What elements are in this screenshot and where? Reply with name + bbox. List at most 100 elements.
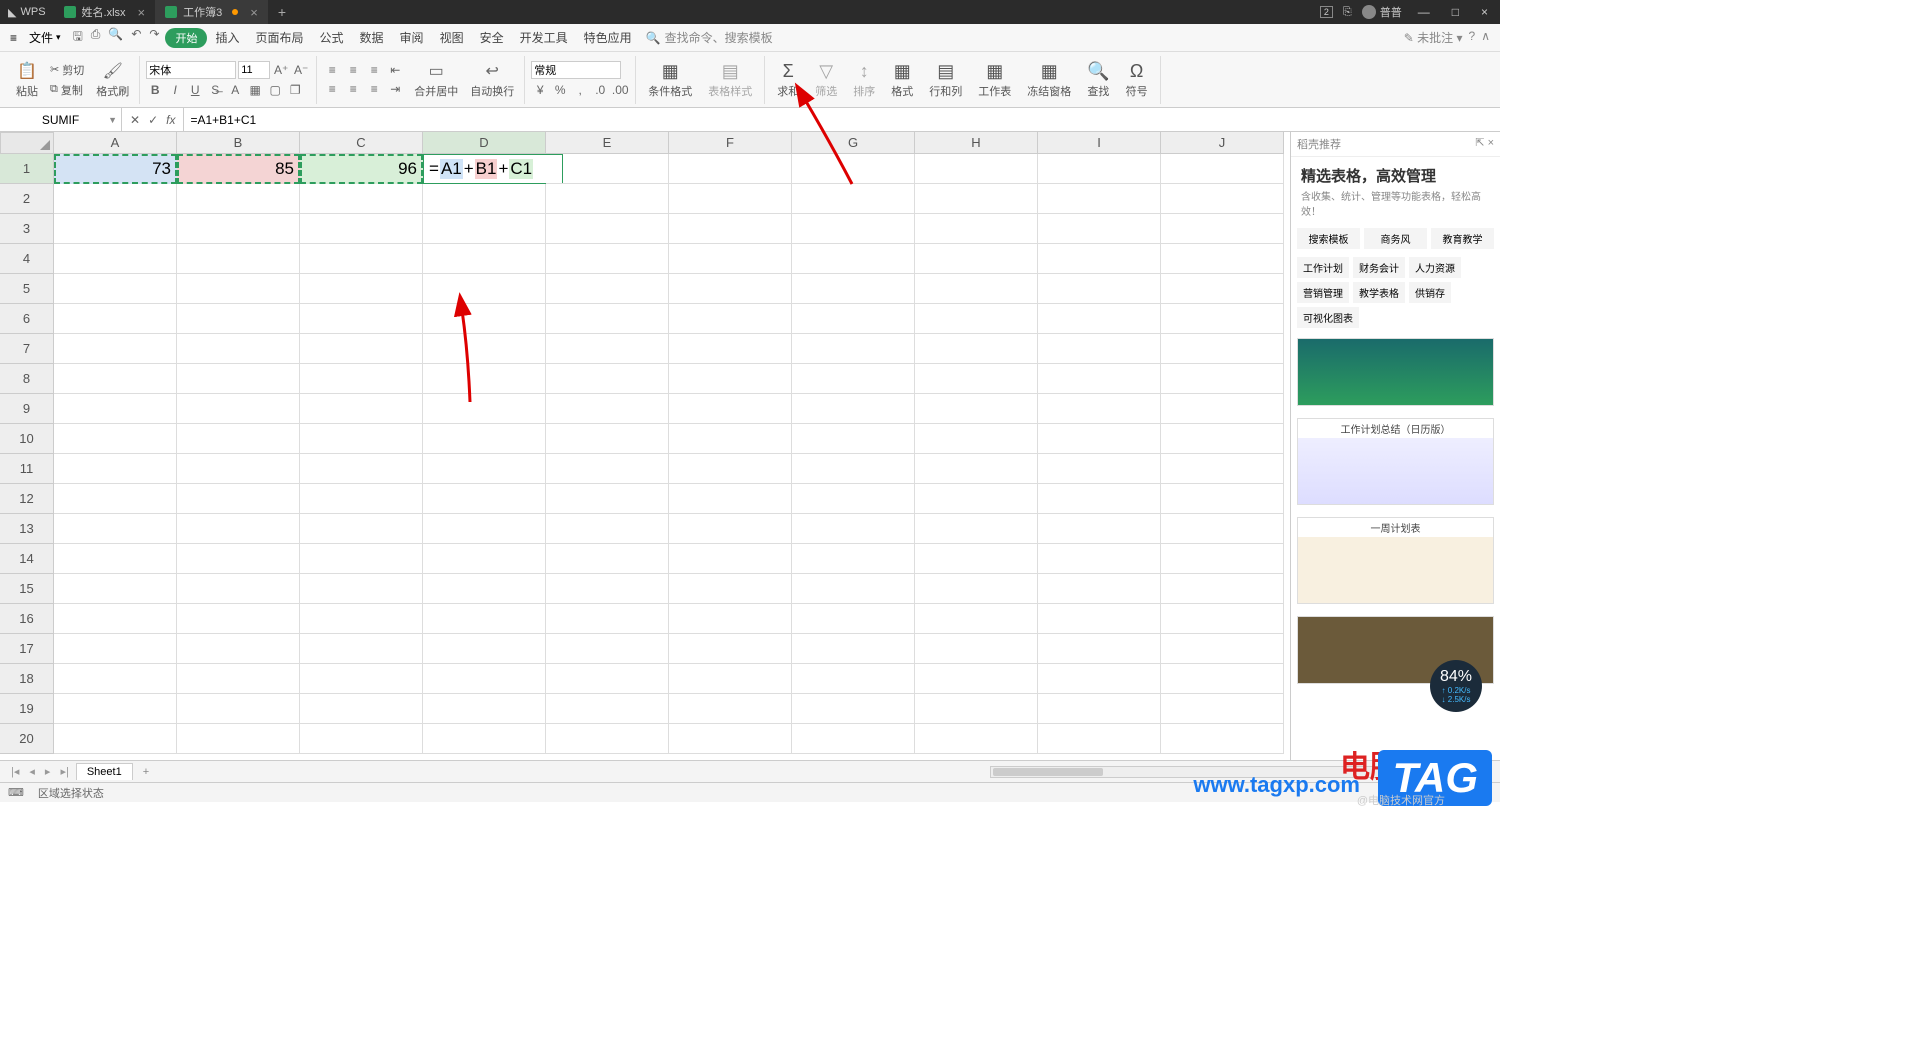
cell[interactable]: [669, 274, 792, 304]
cell[interactable]: [177, 634, 300, 664]
sheet-nav-next-icon[interactable]: ▸: [42, 765, 54, 778]
row-header[interactable]: 15: [0, 574, 54, 604]
underline-button[interactable]: U: [186, 81, 204, 99]
cell[interactable]: [423, 334, 546, 364]
menu-view[interactable]: 视图: [432, 29, 472, 46]
cell[interactable]: [546, 244, 669, 274]
panel-tag[interactable]: 工作计划: [1297, 257, 1349, 278]
panel-tag[interactable]: 教学表格: [1353, 282, 1405, 303]
cell[interactable]: [915, 514, 1038, 544]
paste-button[interactable]: 📋 粘贴: [12, 61, 42, 99]
decimal-inc-icon[interactable]: .0: [591, 81, 609, 99]
cell[interactable]: [300, 634, 423, 664]
row-header[interactable]: 1: [0, 154, 54, 184]
cell[interactable]: [546, 724, 669, 754]
cell[interactable]: [546, 514, 669, 544]
cell[interactable]: [300, 574, 423, 604]
col-header[interactable]: I: [1038, 132, 1161, 154]
copy-button[interactable]: ⧉复制: [46, 81, 88, 99]
cell[interactable]: [177, 244, 300, 274]
cell[interactable]: [54, 634, 177, 664]
cell[interactable]: [423, 484, 546, 514]
cell[interactable]: [177, 544, 300, 574]
cell[interactable]: [792, 274, 915, 304]
cell[interactable]: [54, 184, 177, 214]
collapse-ribbon-icon[interactable]: ∧: [1481, 29, 1490, 46]
cell[interactable]: [546, 184, 669, 214]
cell[interactable]: [546, 634, 669, 664]
user-menu[interactable]: 普普: [1362, 4, 1402, 20]
cell[interactable]: [1161, 514, 1284, 544]
template-card[interactable]: 工作计划总结（日历版）: [1297, 418, 1494, 505]
cell[interactable]: [1161, 634, 1284, 664]
align-top-icon[interactable]: ≡: [323, 61, 341, 79]
cell[interactable]: [300, 724, 423, 754]
cell[interactable]: [1161, 574, 1284, 604]
cell[interactable]: [546, 364, 669, 394]
sheet-nav-prev-icon[interactable]: ◂: [26, 765, 38, 778]
cell[interactable]: [792, 424, 915, 454]
highlight-button[interactable]: ❐: [286, 81, 304, 99]
cell[interactable]: [669, 484, 792, 514]
align-bottom-icon[interactable]: ≡: [365, 61, 383, 79]
cell[interactable]: [300, 484, 423, 514]
cell[interactable]: [300, 184, 423, 214]
cell[interactable]: [423, 634, 546, 664]
freeze-panes-button[interactable]: ▦冻结窗格: [1021, 61, 1077, 99]
cell[interactable]: [1161, 244, 1284, 274]
cell[interactable]: [300, 664, 423, 694]
cut-button[interactable]: ✂剪切: [46, 61, 88, 79]
cell[interactable]: [423, 364, 546, 394]
cell[interactable]: [1038, 694, 1161, 724]
cell[interactable]: [669, 244, 792, 274]
cell[interactable]: [669, 544, 792, 574]
row-header[interactable]: 5: [0, 274, 54, 304]
cell[interactable]: [1038, 544, 1161, 574]
cell[interactable]: [669, 514, 792, 544]
row-header[interactable]: 17: [0, 634, 54, 664]
cell[interactable]: [177, 664, 300, 694]
cell[interactable]: [669, 724, 792, 754]
document-tab[interactable]: 姓名.xlsx ×: [54, 0, 156, 24]
cell[interactable]: [54, 424, 177, 454]
close-window-button[interactable]: ×: [1475, 5, 1494, 19]
cell[interactable]: [915, 664, 1038, 694]
indent-increase-icon[interactable]: ⇥: [386, 80, 404, 98]
cell[interactable]: [423, 454, 546, 484]
cell-b1[interactable]: 85: [177, 154, 300, 184]
currency-icon[interactable]: ¥: [531, 81, 549, 99]
cell[interactable]: [1038, 394, 1161, 424]
cell[interactable]: [669, 634, 792, 664]
cell[interactable]: [300, 604, 423, 634]
cell[interactable]: [669, 424, 792, 454]
cell[interactable]: [546, 574, 669, 604]
cell[interactable]: [300, 394, 423, 424]
cell[interactable]: [54, 694, 177, 724]
cell[interactable]: [792, 484, 915, 514]
cell[interactable]: [669, 664, 792, 694]
cell[interactable]: [915, 454, 1038, 484]
cell-d1-editing[interactable]: = A1 + B1 + C1: [423, 154, 563, 184]
row-header[interactable]: 20: [0, 724, 54, 754]
cell[interactable]: [54, 664, 177, 694]
sort-button[interactable]: ↕排序: [847, 61, 881, 99]
cell[interactable]: [1038, 604, 1161, 634]
cell[interactable]: [300, 304, 423, 334]
cell[interactable]: [1038, 304, 1161, 334]
cell[interactable]: [177, 694, 300, 724]
cell[interactable]: [423, 304, 546, 334]
close-icon[interactable]: ×: [138, 5, 146, 20]
worksheet-button[interactable]: ▦工作表: [972, 61, 1017, 99]
sheet-tab[interactable]: Sheet1: [76, 763, 133, 780]
cell[interactable]: [669, 604, 792, 634]
col-header[interactable]: D: [423, 132, 546, 154]
menu-toggle-icon[interactable]: ≡: [4, 31, 23, 45]
format-button[interactable]: ▦格式: [885, 61, 919, 99]
comma-icon[interactable]: ,: [571, 81, 589, 99]
row-header[interactable]: 7: [0, 334, 54, 364]
cell[interactable]: [546, 154, 669, 184]
strikethrough-button[interactable]: S̶: [206, 81, 224, 99]
cell[interactable]: [915, 184, 1038, 214]
cell[interactable]: [546, 664, 669, 694]
cell[interactable]: [792, 154, 915, 184]
